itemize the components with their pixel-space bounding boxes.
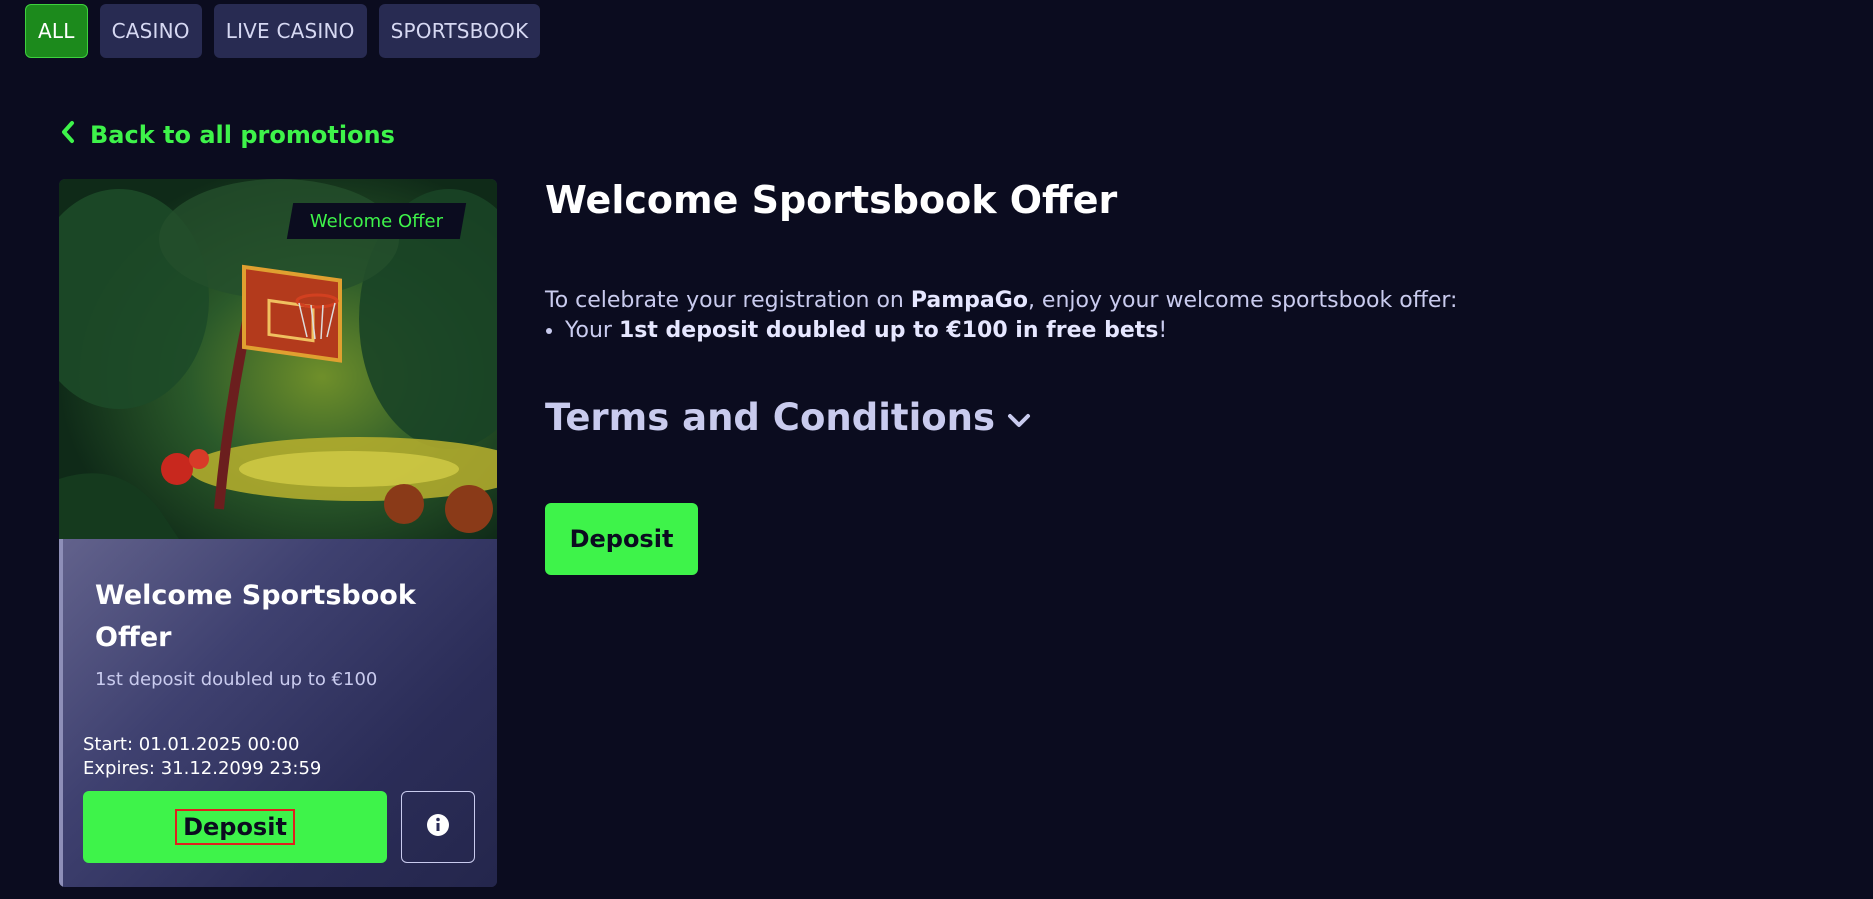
category-tabs: ALL CASINO LIVE CASINO SPORTSBOOK <box>25 4 541 58</box>
brand-name: PampaGo <box>910 288 1028 313</box>
intro-prefix: To celebrate your registration on <box>545 288 911 313</box>
info-button[interactable] <box>401 791 475 863</box>
start-date: Start: 01.01.2025 00:00 <box>83 734 300 755</box>
offer-bullets: Your 1st deposit doubled up to €100 in f… <box>545 316 1457 346</box>
tab-live-casino[interactable]: LIVE CASINO <box>213 4 367 58</box>
expiry-date: Expires: 31.12.2099 23:59 <box>83 758 322 779</box>
chevron-down-icon <box>1007 396 1031 439</box>
card-dates: Start: 01.01.2025 00:00 Expires: 31.12.2… <box>83 733 321 781</box>
tab-all[interactable]: ALL <box>25 4 88 58</box>
card-title: Welcome Sportsbook Offer <box>95 580 416 653</box>
page-title: Welcome Sportsbook Offer <box>545 178 1118 222</box>
intro-text: To celebrate your registration on PampaG… <box>545 286 1457 316</box>
terms-label: Terms and Conditions <box>545 396 996 439</box>
bullet-prefix: Your <box>565 318 619 343</box>
card-subtitle: 1st deposit doubled up to €100 <box>95 669 378 690</box>
card-body: Welcome Sportsbook Offer 1st deposit dou… <box>59 539 497 887</box>
tab-sportsbook[interactable]: SPORTSBOOK <box>378 4 541 58</box>
back-link-label: Back to all promotions <box>90 121 395 149</box>
offer-description: To celebrate your registration on PampaG… <box>545 286 1457 346</box>
card-deposit-label: Deposit <box>175 809 295 845</box>
intro-suffix: , enjoy your welcome sportsbook offer: <box>1027 288 1458 313</box>
back-to-promotions-link[interactable]: Back to all promotions <box>60 120 395 150</box>
badge-label: Welcome Offer <box>309 210 443 232</box>
bullet-suffix: ! <box>1158 318 1168 343</box>
promotion-card: Welcome Offer Welcome Sportsbook Offer 1… <box>59 179 497 887</box>
chevron-left-icon <box>60 120 76 150</box>
bullet-bold: 1st deposit doubled up to €100 in free b… <box>618 318 1159 343</box>
list-item: Your 1st deposit doubled up to €100 in f… <box>565 316 1457 346</box>
card-deposit-button[interactable]: Deposit <box>83 791 387 863</box>
welcome-offer-badge: Welcome Offer <box>286 203 467 239</box>
tab-casino[interactable]: CASINO <box>99 4 202 58</box>
terms-toggle[interactable]: Terms and Conditions <box>545 396 1031 439</box>
deposit-button[interactable]: Deposit <box>545 503 698 575</box>
info-icon <box>426 813 450 841</box>
